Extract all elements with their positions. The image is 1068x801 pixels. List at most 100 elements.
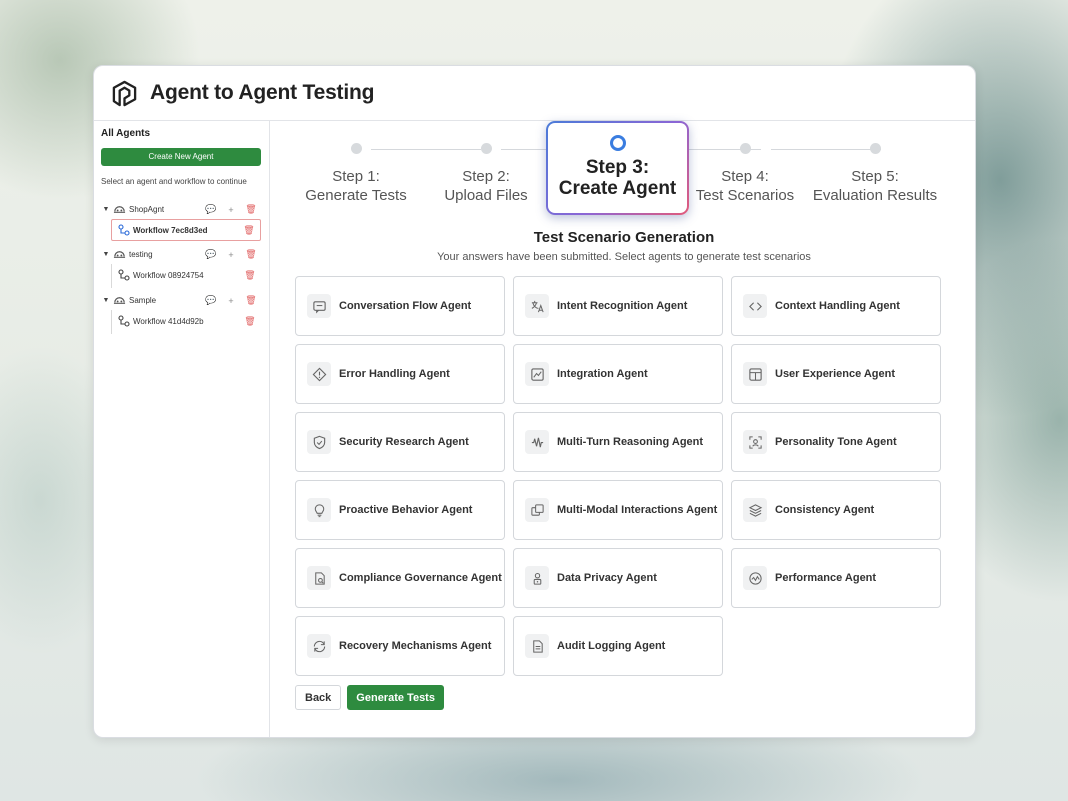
step-number: Step 1: <box>332 168 380 185</box>
delete-icon[interactable]: 🗑 <box>239 316 261 327</box>
workflow-icon <box>118 315 130 327</box>
caret-down-icon[interactable]: ▼ <box>101 251 111 258</box>
back-button[interactable]: Back <box>295 685 342 710</box>
add-icon[interactable]: + <box>221 250 241 260</box>
agent-card-data-privacy[interactable]: Data Privacy Agent <box>513 548 723 608</box>
workflow-group: Workflow 41d4d92b 🗑 <box>111 310 261 334</box>
step-5[interactable]: Step 5: Evaluation Results <box>810 143 940 205</box>
agent-card-error-handling[interactable]: Error Handling Agent <box>295 344 505 404</box>
workflow-name: Workflow 41d4d92b <box>133 316 204 326</box>
delete-icon[interactable]: 🗑 <box>241 295 261 306</box>
caret-down-icon[interactable]: ▼ <box>101 206 111 213</box>
chat-icon <box>312 300 326 313</box>
agent-sidebar: All Agents Create New Agent Select an ag… <box>94 121 270 737</box>
workflow-name: Workflow 08924754 <box>133 270 204 280</box>
agent-card-integration[interactable]: Integration Agent <box>513 344 723 404</box>
agent-card-conversation-flow[interactable]: Conversation Flow Agent <box>295 276 505 336</box>
agent-card-label: Intent Recognition Agent <box>557 300 688 312</box>
app-window: Agent to Agent Testing All Agents Create… <box>93 65 976 738</box>
step-label: Test Scenarios <box>695 187 795 204</box>
user-lock-icon <box>533 572 541 585</box>
step-1[interactable]: Step 1: Generate Tests <box>291 143 421 205</box>
step-label: Create Agent <box>558 178 677 199</box>
user-scan-icon <box>748 435 762 449</box>
agent-card-multi-turn-reasoning[interactable]: Multi-Turn Reasoning Agent <box>513 412 723 472</box>
generate-tests-button[interactable]: Generate Tests <box>347 685 444 710</box>
delete-icon[interactable]: 🗑 <box>238 225 260 236</box>
step-number: Step 2: <box>462 168 510 185</box>
delete-icon[interactable]: 🗑 <box>239 270 261 281</box>
layers-icon <box>748 503 762 517</box>
waveform-icon <box>531 437 543 447</box>
agent-card-multi-modal-interactions[interactable]: Multi-Modal Interactions Agent <box>513 480 723 540</box>
agent-card-label: Compliance Governance Agent <box>339 572 502 584</box>
agent-row-shopagnt[interactable]: ▼ ShopAgnt 💬 + 🗑 <box>101 200 261 219</box>
agent-card-proactive-behavior[interactable]: Proactive Behavior Agent <box>295 480 505 540</box>
agent-card-label: Recovery Mechanisms Agent <box>339 640 492 652</box>
step-number: Step 5: <box>851 168 899 185</box>
step-label: Evaluation Results <box>812 187 938 204</box>
agent-card-label: Multi-Modal Interactions Agent <box>557 504 718 516</box>
code-icon <box>748 301 762 311</box>
agent-card-security-research[interactable]: Security Research Agent <box>295 412 505 472</box>
workflow-name: Workflow 7ec8d3ed <box>133 225 208 235</box>
agent-card-label: Multi-Turn Reasoning Agent <box>557 436 704 448</box>
agent-card-personality-tone[interactable]: Personality Tone Agent <box>731 412 941 472</box>
agent-card-label: Consistency Agent <box>775 504 875 516</box>
caret-down-icon[interactable]: ▼ <box>101 297 111 304</box>
step-dot <box>480 143 492 154</box>
windows-icon <box>530 503 544 516</box>
step-number: Step 4: <box>721 168 769 185</box>
step-number: Step 3: <box>585 157 650 178</box>
agent-card-label: Data Privacy Agent <box>557 572 657 584</box>
workflow-icon <box>118 224 130 236</box>
agent-card-user-experience[interactable]: User Experience Agent <box>731 344 941 404</box>
step-2[interactable]: Step 2: Upload Files <box>421 143 551 205</box>
workflow-row-selected[interactable]: Workflow 7ec8d3ed 🗑 <box>111 219 261 241</box>
agent-card-context-handling[interactable]: Context Handling Agent <box>731 276 941 336</box>
chat-icon[interactable]: 💬 <box>201 295 221 306</box>
workflow-row[interactable]: Workflow 08924754 🗑 <box>112 264 261 286</box>
add-icon[interactable]: + <box>221 205 241 215</box>
step-label: Upload Files <box>444 187 528 204</box>
step-dot <box>869 143 881 154</box>
agent-row-testing[interactable]: ▼ testing 💬 + 🗑 <box>101 245 261 264</box>
workflow-row[interactable]: Workflow 41d4d92b 🗑 <box>112 310 261 332</box>
agent-card-intent-recognition[interactable]: Intent Recognition Agent <box>513 276 723 336</box>
agent-card-label: Security Research Agent <box>339 436 469 448</box>
delete-icon[interactable]: 🗑 <box>241 249 261 260</box>
stepper: Step 1: Generate Tests Step 2: Upload Fi… <box>291 121 946 221</box>
agent-card-consistency[interactable]: Consistency Agent <box>731 480 941 540</box>
agent-row-sample[interactable]: ▼ Sample 💬 + 🗑 <box>101 291 261 310</box>
diamond-alert-icon <box>312 367 326 381</box>
title-bar: Agent to Agent Testing <box>94 66 975 121</box>
add-icon[interactable]: + <box>221 296 241 306</box>
step-dot <box>739 143 751 154</box>
sidebar-heading: All Agents <box>101 128 151 139</box>
agent-card-performance[interactable]: Performance Agent <box>731 548 941 608</box>
layout-icon <box>748 367 762 381</box>
agent-icon <box>113 297 126 304</box>
step-label: Generate Tests <box>305 187 407 204</box>
app-logo-icon <box>112 80 137 106</box>
shield-icon <box>313 435 325 449</box>
agent-card-compliance-governance[interactable]: Compliance Governance Agent <box>295 548 505 608</box>
step-4[interactable]: Step 4: Test Scenarios <box>680 143 810 205</box>
section-subtitle: Your answers have been submitted. Select… <box>437 251 811 263</box>
chat-icon[interactable]: 💬 <box>201 249 221 260</box>
create-new-agent-button[interactable]: Create New Agent <box>101 148 261 166</box>
footer-actions: Back Generate Tests <box>295 685 444 710</box>
delete-icon[interactable]: 🗑 <box>241 204 261 215</box>
agent-card-recovery-mechanisms[interactable]: Recovery Mechanisms Agent <box>295 616 505 676</box>
agent-card-audit-logging[interactable]: Audit Logging Agent <box>513 616 723 676</box>
step-3-active[interactable]: Step 3: Create Agent <box>546 121 689 215</box>
file-check-icon <box>314 571 325 585</box>
agent-card-label: Proactive Behavior Agent <box>339 504 473 516</box>
workflow-icon <box>118 269 130 281</box>
lightbulb-icon <box>314 503 324 517</box>
workflow-group: Workflow 08924754 🗑 <box>111 264 261 288</box>
agent-card-label: Conversation Flow Agent <box>339 300 472 312</box>
chat-icon[interactable]: 💬 <box>201 204 221 215</box>
agent-icon <box>113 251 126 258</box>
step-dot <box>350 143 362 154</box>
